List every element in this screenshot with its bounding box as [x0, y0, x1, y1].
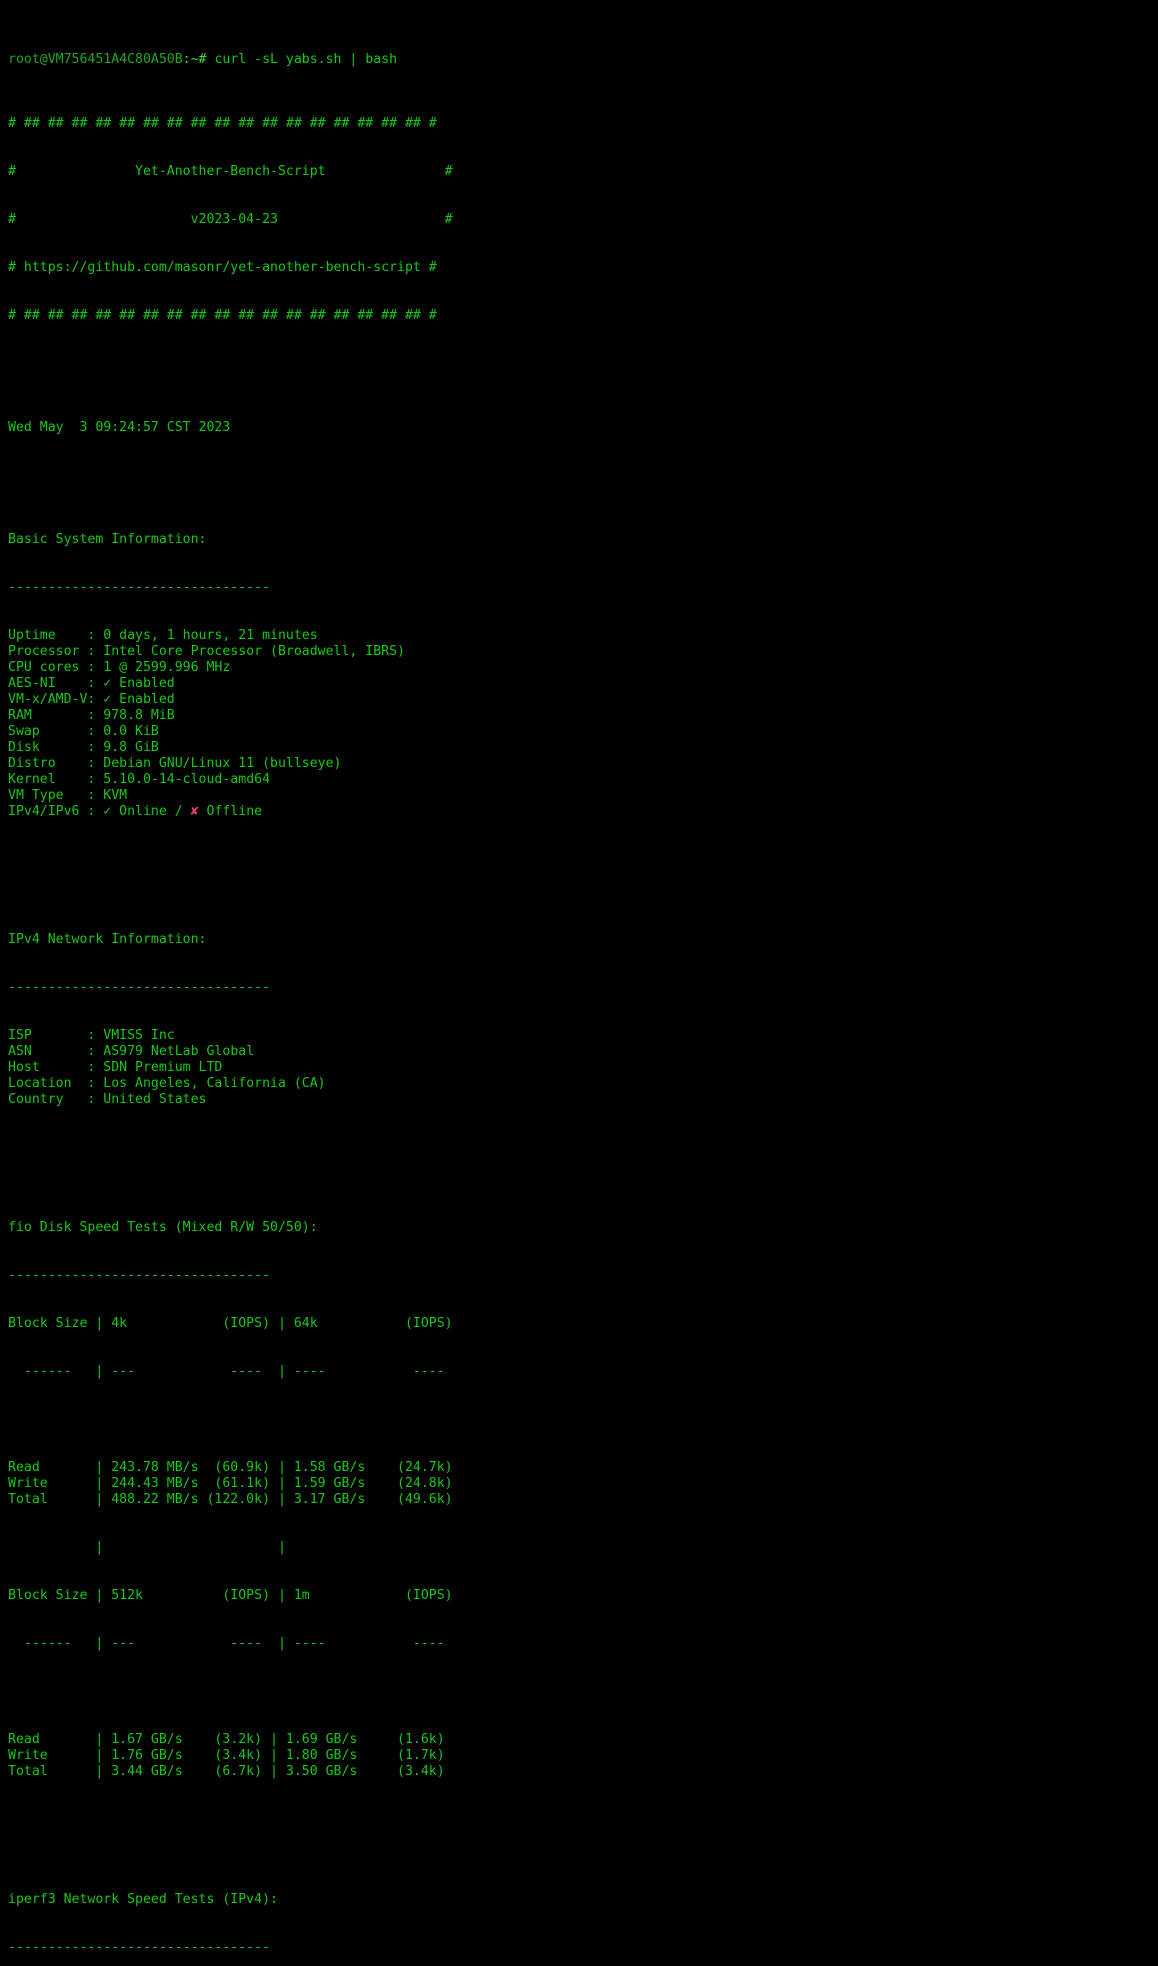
prompt-user-host: root@VM756451A4C80A50B: [8, 52, 183, 67]
cross-icon: ✘: [190, 804, 199, 819]
info-row-label: ISP :: [8, 1028, 104, 1043]
info-row: IPv4/IPv6 : ✓ Online / ✘ Offline: [8, 804, 1158, 820]
info-row-label: ASN :: [8, 1044, 104, 1059]
info-row: CPU cores : 1 @ 2599.996 MHz: [8, 660, 1158, 676]
fio-table-row: Write | 244.43 MB/s (61.1k) | 1.59 GB/s …: [8, 1476, 453, 1491]
info-row: AES-NI : ✓ Enabled: [8, 676, 1158, 692]
info-row-value: Offline: [198, 804, 263, 819]
info-row-label: Uptime :: [8, 628, 104, 643]
ipv4-network-rows: ISP : VMISS Inc ASN : AS979 NetLab Global…: [8, 1028, 1158, 1108]
info-row: Disk : 9.8 GiB: [8, 740, 1158, 756]
fio-table-row: Total | 488.22 MB/s (122.0k) | 3.17 GB/s…: [8, 1492, 453, 1507]
info-row-value: 5.10.0-14-cloud-amd64: [103, 772, 271, 787]
info-row: RAM : 978.8 MiB: [8, 708, 1158, 724]
info-row-value: 0.0 KiB: [103, 724, 159, 739]
info-row: Swap : 0.0 KiB: [8, 724, 1158, 740]
info-row: Processor : Intel Core Processor (Broadw…: [8, 644, 1158, 660]
info-row-value: Enabled: [111, 692, 175, 707]
banner-title: # Yet-Another-Bench-Script #: [8, 164, 453, 179]
fio-table1-separator: ------ | --- ---- | ---- ----: [8, 1364, 445, 1379]
info-row-value: 978.8 MiB: [103, 708, 175, 723]
info-row-label: Country :: [8, 1092, 104, 1107]
info-row: VM-x/AMD-V: ✓ Enabled: [8, 692, 1158, 708]
basic-system-separator: ---------------------------------: [8, 580, 271, 595]
info-row-label: Kernel :: [8, 772, 104, 787]
info-row-value: KVM: [103, 788, 128, 803]
prompt-command: curl -sL yabs.sh | bash: [214, 52, 398, 67]
ipv4-network-separator: ---------------------------------: [8, 980, 271, 995]
fio-table-row: Read | 1.67 GB/s (3.2k) | 1.69 GB/s (1.6…: [8, 1732, 445, 1747]
info-row-label: Host :: [8, 1060, 104, 1075]
info-row-label: VM-x/AMD-V:: [8, 692, 104, 707]
info-row-label: Swap :: [8, 724, 104, 739]
fio-table-row: Total | 3.44 GB/s (6.7k) | 3.50 GB/s (3.…: [8, 1764, 445, 1779]
info-row: VM Type : KVM: [8, 788, 1158, 804]
info-row: Host : SDN Premium LTD: [8, 1060, 1158, 1076]
info-row: ISP : VMISS Inc: [8, 1028, 1158, 1044]
fio-table1-rows: Read | 243.78 MB/s (60.9k) | 1.58 GB/s (…: [8, 1460, 1158, 1508]
fio-table1-gap-row: | |: [8, 1540, 286, 1555]
iperf3-heading: iperf3 Network Speed Tests (IPv4):: [8, 1892, 278, 1907]
terminal-window[interactable]: root@VM756451A4C80A50B:~# curl -sL yabs.…: [0, 0, 1158, 1955]
info-row-value: Enabled: [111, 676, 175, 691]
info-row-value: United States: [103, 1092, 207, 1107]
basic-system-rows: Uptime : 0 days, 1 hours, 21 minutes Proc…: [8, 628, 1158, 820]
fio-disk-heading: fio Disk Speed Tests (Mixed R/W 50/50):: [8, 1220, 318, 1235]
info-row-label: Processor :: [8, 644, 104, 659]
ipv4-network-heading: IPv4 Network Information:: [8, 932, 207, 947]
info-row: Country : United States: [8, 1092, 1158, 1108]
info-row-value: AS979 NetLab Global: [103, 1044, 255, 1059]
banner-version: # v2023-04-23 #: [8, 212, 453, 227]
timestamp: Wed May 3 09:24:57 CST 2023: [8, 420, 231, 435]
info-row-label: CPU cores :: [8, 660, 104, 675]
info-row-label: AES-NI :: [8, 676, 104, 691]
info-row-value: Online /: [111, 804, 191, 819]
info-row-label: Location :: [8, 1076, 104, 1091]
banner-rule-bottom: # ## ## ## ## ## ## ## ## ## ## ## ## ##…: [8, 308, 437, 323]
info-row-value: 0 days, 1 hours, 21 minutes: [103, 628, 318, 643]
fio-disk-separator: ---------------------------------: [8, 1268, 271, 1283]
info-row-value: Debian GNU/Linux 11 (bullseye): [103, 756, 342, 771]
fio-table2-header: Block Size | 512k (IOPS) | 1m (IOPS): [8, 1588, 453, 1603]
info-row-value: VMISS Inc: [103, 1028, 175, 1043]
info-row: ASN : AS979 NetLab Global: [8, 1044, 1158, 1060]
info-row-label: Disk :: [8, 740, 104, 755]
info-row-label: VM Type :: [8, 788, 104, 803]
info-row-value: 9.8 GiB: [103, 740, 159, 755]
info-row-value: Los Angeles, California (CA): [103, 1076, 326, 1091]
prompt-line: root@VM756451A4C80A50B:~# curl -sL yabs.…: [8, 52, 1158, 68]
info-row-value: SDN Premium LTD: [103, 1060, 223, 1075]
fio-table2-rows: Read | 1.67 GB/s (3.2k) | 1.69 GB/s (1.6…: [8, 1732, 1158, 1780]
prompt-path-symbol: :~#: [182, 52, 215, 67]
fio-table1-header: Block Size | 4k (IOPS) | 64k (IOPS): [8, 1316, 453, 1331]
info-row-label: Distro :: [8, 756, 104, 771]
fio-table-row: Read | 243.78 MB/s (60.9k) | 1.58 GB/s (…: [8, 1460, 453, 1475]
info-row: Kernel : 5.10.0-14-cloud-amd64: [8, 772, 1158, 788]
info-row-label: IPv4/IPv6 :: [8, 804, 104, 819]
iperf3-separator: ---------------------------------: [8, 1940, 271, 1955]
info-row-label: RAM :: [8, 708, 104, 723]
info-row: Distro : Debian GNU/Linux 11 (bullseye): [8, 756, 1158, 772]
info-row-value: 1 @ 2599.996 MHz: [103, 660, 231, 675]
info-row: Uptime : 0 days, 1 hours, 21 minutes: [8, 628, 1158, 644]
banner-url: # https://github.com/masonr/yet-another-…: [8, 260, 437, 275]
fio-table2-separator: ------ | --- ---- | ---- ----: [8, 1636, 445, 1651]
basic-system-heading: Basic System Information:: [8, 532, 207, 547]
fio-table-row: Write | 1.76 GB/s (3.4k) | 1.80 GB/s (1.…: [8, 1748, 445, 1763]
info-row: Location : Los Angeles, California (CA): [8, 1076, 1158, 1092]
info-row-value: Intel Core Processor (Broadwell, IBRS): [103, 644, 405, 659]
banner-rule-top: # ## ## ## ## ## ## ## ## ## ## ## ## ##…: [8, 116, 437, 131]
